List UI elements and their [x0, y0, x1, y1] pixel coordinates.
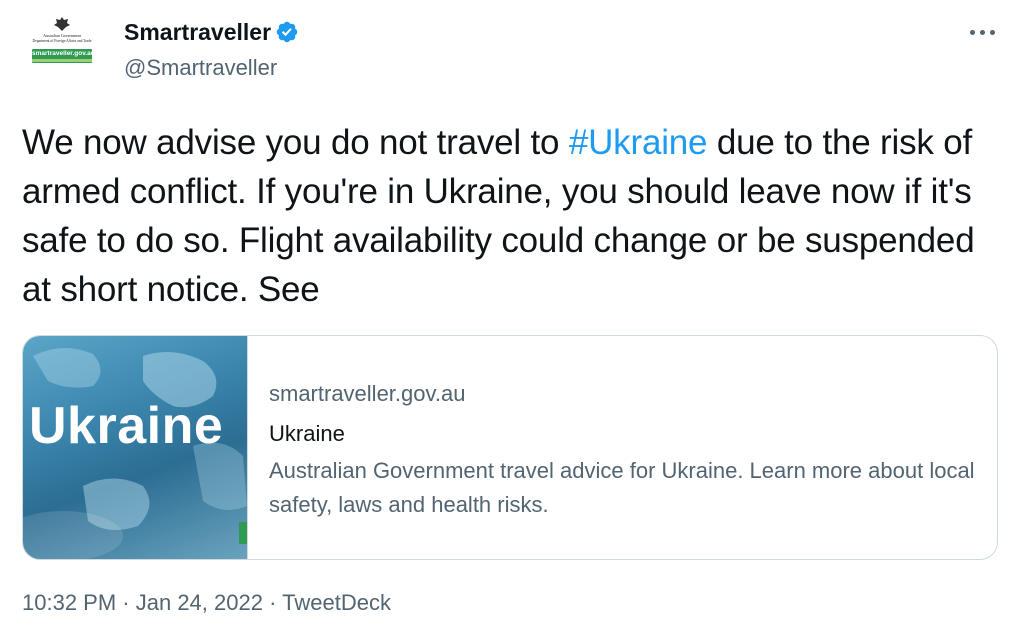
avatar-gov-line-1: Australian Government — [43, 33, 81, 38]
card-description: Australian Government travel advice for … — [269, 458, 975, 517]
avatar-url-underbar — [32, 59, 92, 62]
verified-badge-icon — [276, 21, 298, 43]
tweet-meta: 10:32 PM · Jan 24, 2022 · TweetDeck — [22, 590, 391, 616]
meta-separator-1: · — [116, 590, 136, 615]
card-image: Ukraine — [23, 336, 247, 559]
tweet-date[interactable]: Jan 24, 2022 — [136, 590, 263, 615]
author-display-name[interactable]: Smartraveller — [124, 19, 271, 46]
avatar-url-badge: smartraveller.gov.au — [32, 49, 95, 63]
tweet: Australian Government Department of Fore… — [0, 0, 1024, 631]
avatar-gov-line-2: Department of Foreign Affairs and Trade — [32, 39, 92, 43]
author-handle[interactable]: @Smartraveller — [124, 55, 277, 81]
card-title: Ukraine — [269, 421, 345, 446]
card-image-title: Ukraine — [29, 397, 224, 455]
link-preview-card[interactable]: Ukraine smartraveller.gov.au Ukraine Aus… — [22, 335, 998, 560]
tweet-text-before: We now advise you do not travel to — [22, 123, 569, 162]
tweet-text: We now advise you do not travel to #Ukra… — [22, 118, 1002, 314]
avatar[interactable]: Australian Government Department of Fore… — [22, 12, 102, 92]
author-name-row: Smartraveller — [124, 16, 299, 48]
tweet-time[interactable]: 10:32 PM — [22, 590, 116, 615]
meta-separator-2: · — [262, 590, 283, 615]
more-options-icon[interactable] — [962, 18, 1002, 46]
card-domain: smartraveller.gov.au — [269, 381, 466, 406]
tweet-source[interactable]: TweetDeck — [282, 590, 391, 615]
card-image-corner-badge — [239, 522, 247, 544]
hashtag-link[interactable]: #Ukraine — [569, 123, 708, 162]
avatar-url-text: smartraveller.gov.au — [32, 50, 95, 57]
card-divider — [247, 336, 248, 559]
coat-of-arms-icon — [54, 17, 70, 31]
